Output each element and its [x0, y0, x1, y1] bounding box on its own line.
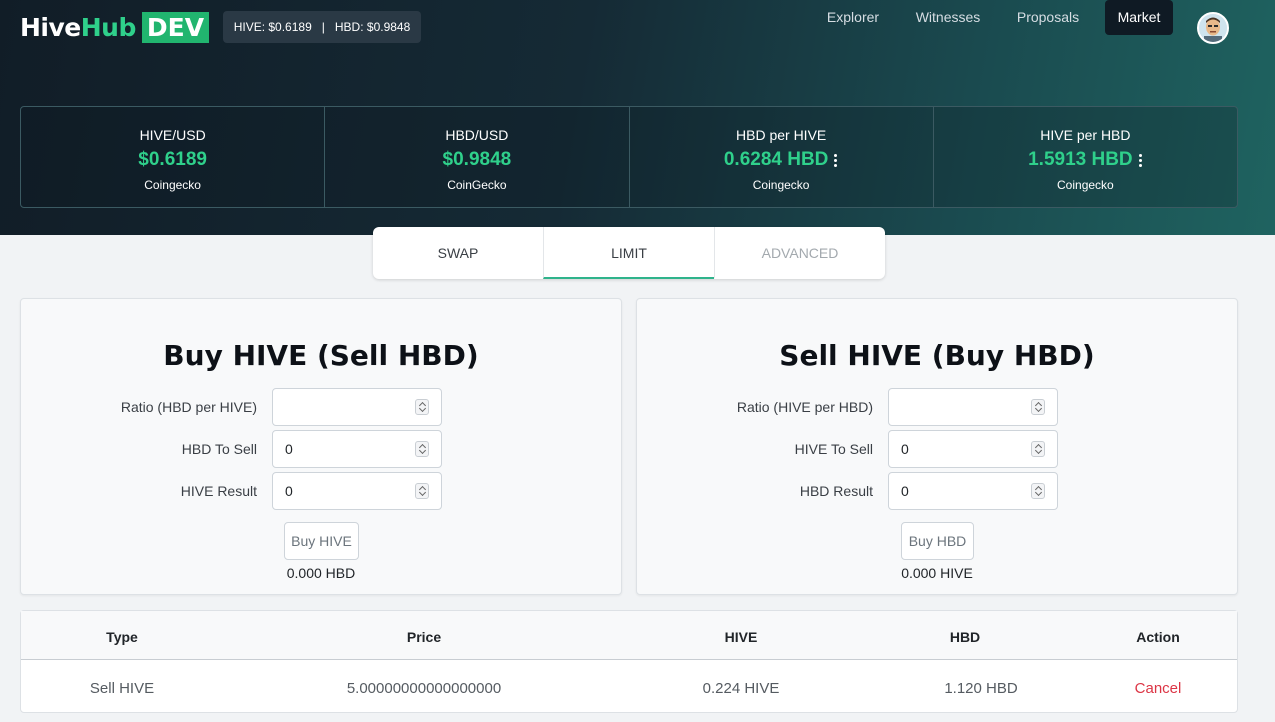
buy-hive-card: Buy HIVE (Sell HBD) Ratio (HBD per HIVE)… [20, 298, 622, 595]
order-hive-cell: 0.224 HIVE [702, 680, 780, 697]
buy-card-title: Buy HIVE (Sell HBD) [163, 339, 479, 372]
ratio-label: Ratio (HBD per HIVE) [120, 399, 257, 415]
stat-source: Coingecko [1057, 178, 1114, 192]
stat-label: HBD/USD [445, 127, 509, 143]
ratio-row: Ratio (HBD per HIVE) [21, 388, 623, 426]
hive-result-row: HIVE Result 0 [21, 472, 623, 510]
cancel-order-link[interactable]: Cancel [1135, 680, 1182, 697]
stat-value: $0.9848 [442, 149, 512, 170]
stat-hbd-usd: HBD/USD $0.9848 CoinGecko [325, 107, 630, 207]
stat-label: HIVE per HBD [1040, 127, 1131, 143]
hivehub-logo[interactable]: HiveHub DEV [20, 12, 210, 43]
sell-card-title: Sell HIVE (Buy HBD) [779, 339, 1095, 372]
stat-source: CoinGecko [447, 178, 507, 192]
stat-value: 1.5913 HBD [1028, 149, 1133, 170]
hbd-balance: 0.000 HBD [286, 565, 356, 581]
buy-hbd-button[interactable]: Buy HBD [901, 522, 974, 560]
stat-source: Coingecko [752, 178, 810, 192]
stat-label: HIVE/USD [139, 127, 206, 143]
ratio-input[interactable] [272, 388, 442, 426]
hbd-to-sell-label: HBD To Sell [181, 441, 257, 457]
ticker-hbd: HBD: $0.9848 [334, 20, 411, 34]
nav-proposals[interactable]: Proposals [1007, 0, 1089, 35]
hbd-result-row: HBD Result 0 [637, 472, 1239, 510]
buy-hive-button[interactable]: Buy HIVE [284, 522, 359, 560]
hive-to-sell-label: HIVE To Sell [794, 441, 873, 457]
hbd-to-sell-row: HBD To Sell 0 [21, 430, 623, 468]
ticker-separator: | [321, 20, 325, 34]
nav-market[interactable]: Market [1105, 0, 1173, 35]
stat-value: 0.6284 HBD [723, 149, 829, 170]
spinner-icon[interactable] [1031, 441, 1045, 457]
nav-witnesses[interactable]: Witnesses [907, 0, 989, 35]
column-header-hive: HIVE [724, 629, 758, 645]
user-avatar[interactable] [1197, 12, 1229, 44]
order-type-cell: Sell HIVE [89, 680, 155, 697]
more-vertical-icon[interactable] [1138, 152, 1143, 169]
stat-value: $0.6189 [138, 149, 207, 170]
hive-result-label: HIVE Result [180, 483, 257, 499]
logo-dev-badge: DEV [141, 12, 210, 43]
spinner-icon[interactable] [415, 441, 429, 457]
stat-hive-per-hbd: HIVE per HBD 1.5913 HBD Coingecko [934, 107, 1237, 207]
open-orders-table: Type Price HIVE HBD Action Sell HIVE 5.0… [20, 610, 1238, 713]
column-header-type: Type [106, 629, 138, 645]
nav-explorer[interactable]: Explorer [816, 0, 890, 35]
spinner-icon[interactable] [415, 399, 429, 415]
order-price-cell: 5.00000000000000000 [346, 680, 502, 697]
stat-source: Coingecko [144, 178, 201, 192]
spinner-icon[interactable] [415, 483, 429, 499]
spinner-icon[interactable] [1031, 483, 1045, 499]
stat-label: HBD per HIVE [736, 127, 827, 143]
tab-advanced: ADVANCED [714, 227, 885, 279]
ratio-row: Ratio (HIVE per HBD) [637, 388, 1239, 426]
ratio-label: Ratio (HIVE per HBD) [736, 399, 873, 415]
logo-hub: Hub [80, 13, 137, 42]
stat-hbd-per-hive: HBD per HIVE 0.6284 HBD Coingecko [630, 107, 934, 207]
column-header-price: Price [406, 629, 442, 645]
avatar-icon [1199, 14, 1227, 42]
spinner-icon[interactable] [1031, 399, 1045, 415]
hbd-to-sell-input[interactable]: 0 [272, 430, 442, 468]
order-hbd-cell: 1.120 HBD [944, 680, 1018, 697]
hive-result-input[interactable]: 0 [272, 472, 442, 510]
hive-to-sell-row: HIVE To Sell 0 [637, 430, 1239, 468]
stat-hive-usd: HIVE/USD $0.6189 Coingecko [21, 107, 326, 207]
hive-to-sell-input[interactable]: 0 [888, 430, 1058, 468]
sell-hive-card: Sell HIVE (Buy HBD) Ratio (HIVE per HBD)… [636, 298, 1238, 595]
table-header [21, 611, 1237, 660]
market-stats-panel: HIVE/USD $0.6189 Coingecko HBD/USD $0.98… [20, 106, 1238, 208]
ratio-input[interactable] [888, 388, 1058, 426]
header-banner: HiveHub DEV HIVE: $0.6189 | HBD: $0.9848… [0, 0, 1275, 235]
column-header-action: Action [1136, 629, 1180, 645]
tab-limit[interactable]: LIMIT [543, 227, 714, 279]
hbd-result-input[interactable]: 0 [888, 472, 1058, 510]
price-ticker: HIVE: $0.6189 | HBD: $0.9848 [223, 11, 421, 43]
market-tabs: SWAP LIMIT ADVANCED [373, 227, 885, 279]
column-header-hbd: HBD [949, 629, 981, 645]
ticker-hive: HIVE: $0.6189 [233, 20, 312, 34]
hbd-result-label: HBD Result [799, 483, 873, 499]
tab-swap[interactable]: SWAP [373, 227, 543, 279]
more-vertical-icon[interactable] [834, 152, 838, 169]
logo-hive: Hive [20, 13, 81, 42]
hive-balance: 0.000 HIVE [901, 565, 973, 581]
